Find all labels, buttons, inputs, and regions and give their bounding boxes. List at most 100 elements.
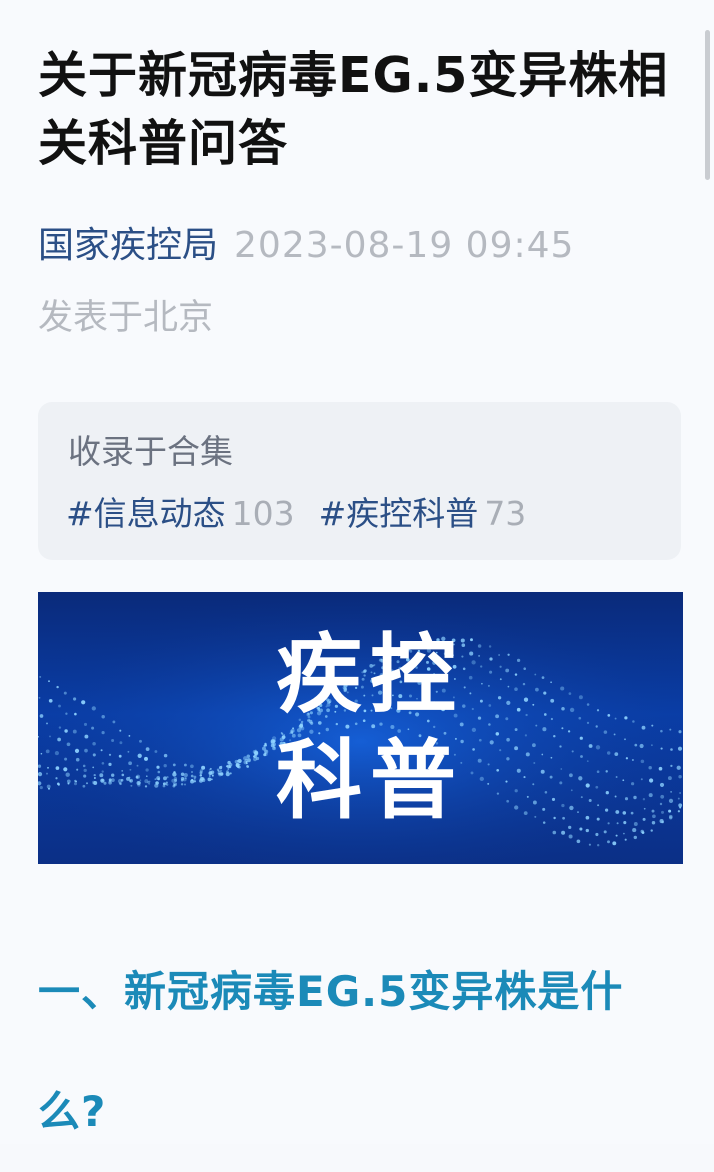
particle-dot	[193, 775, 197, 779]
particle-dot	[561, 727, 564, 730]
particle-dot	[58, 726, 62, 729]
particle-dot	[489, 740, 494, 745]
particle-dot	[45, 749, 50, 754]
particle-dot	[641, 725, 646, 730]
particle-dot	[553, 734, 556, 738]
particle-dot	[211, 774, 214, 777]
article-title: 关于新冠病毒EG.5变异株相关科普问答	[38, 47, 669, 172]
particle-dot	[551, 797, 556, 801]
particle-dot	[543, 691, 547, 695]
particle-dot	[145, 775, 148, 778]
particle-dot	[73, 697, 77, 701]
particle-dot	[193, 780, 197, 783]
particle-dot	[57, 737, 61, 742]
particle-dot	[82, 784, 86, 788]
particle-dot	[38, 696, 41, 699]
collection-card: 收录于合集 #信息动态 103 #疾控科普 73	[38, 402, 681, 560]
banner-line-2: 科普	[276, 731, 464, 831]
particle-dot	[605, 770, 608, 773]
particle-dot	[74, 712, 77, 716]
particle-dot	[670, 748, 673, 751]
particle-dot	[252, 755, 256, 758]
particle-dot	[596, 817, 600, 821]
particle-dot	[541, 676, 545, 679]
particle-dot	[165, 781, 168, 784]
particle-dot	[578, 695, 583, 700]
particle-dot	[568, 773, 573, 778]
particle-dot	[64, 729, 68, 733]
particle-dot	[471, 727, 477, 733]
particle-dot	[49, 735, 51, 738]
particle-dot	[569, 805, 574, 811]
particle-dot	[162, 784, 166, 788]
particle-dot	[607, 714, 611, 717]
particle-dot	[262, 746, 266, 751]
particle-dot	[505, 668, 510, 673]
particle-dot	[678, 730, 682, 734]
particle-dot	[640, 778, 643, 781]
particle-dot	[532, 800, 537, 805]
particle-dot	[47, 787, 51, 790]
particle-dot	[658, 766, 663, 771]
particle-dot	[121, 770, 124, 772]
collection-tag-info[interactable]: #信息动态 103	[66, 490, 295, 538]
particle-dot	[506, 757, 510, 761]
particle-dot	[470, 638, 473, 642]
particle-dot	[246, 764, 249, 768]
particle-dot	[477, 644, 482, 648]
particle-dot	[172, 772, 177, 777]
particle-dot	[603, 830, 607, 834]
particle-dot	[595, 785, 599, 789]
particle-dot	[505, 780, 508, 783]
particle-dot	[136, 780, 141, 786]
particle-dot	[568, 834, 573, 839]
tag-name: #疾控科普	[318, 494, 479, 533]
particle-dot	[651, 809, 655, 813]
particle-dot	[588, 744, 593, 748]
particle-dot	[532, 783, 535, 786]
particle-dot	[633, 795, 637, 800]
particle-dot	[477, 758, 482, 763]
scrollbar[interactable]	[705, 30, 710, 180]
particle-dot	[137, 753, 142, 758]
particle-dot	[659, 782, 665, 787]
particle-dot	[157, 770, 161, 774]
tag-name: #信息动态	[66, 494, 226, 533]
particle-dot	[535, 724, 538, 727]
particle-dot	[648, 765, 652, 770]
particle-dot	[163, 776, 167, 781]
particle-dot	[533, 762, 536, 764]
particle-dot	[524, 734, 528, 737]
particle-dot	[659, 802, 663, 806]
particle-dot	[677, 797, 680, 800]
particle-dot	[101, 761, 105, 765]
particle-dot	[488, 723, 491, 726]
collection-tag-science[interactable]: #疾控科普 73	[319, 490, 527, 538]
particle-dot	[201, 765, 206, 770]
particle-dot	[74, 748, 80, 753]
particle-dot	[100, 778, 105, 783]
particle-dot	[579, 736, 583, 740]
particle-dot	[139, 779, 142, 782]
particle-dot	[487, 782, 490, 785]
particle-dot	[46, 722, 48, 725]
particle-dot	[514, 687, 518, 691]
particle-dot	[642, 798, 646, 801]
particle-dot	[101, 770, 104, 773]
collection-tags: #信息动态 103 #疾控科普 73	[66, 490, 550, 538]
particle-dot	[643, 807, 646, 810]
particle-dot	[55, 766, 60, 770]
author-link[interactable]: 国家疾控局	[38, 225, 218, 266]
particle-dot	[218, 772, 221, 775]
article-meta: 国家疾控局 2023-08-19 09:45	[38, 218, 574, 274]
particle-dot	[550, 756, 553, 759]
particle-dot	[154, 778, 157, 781]
particle-dot	[499, 749, 502, 752]
particle-dot	[479, 776, 484, 782]
particle-dot	[606, 751, 611, 755]
particle-dot	[191, 778, 194, 781]
particle-dot	[543, 713, 547, 716]
particle-dot	[190, 764, 194, 769]
particle-dot	[207, 777, 212, 782]
particle-dot	[585, 783, 590, 788]
